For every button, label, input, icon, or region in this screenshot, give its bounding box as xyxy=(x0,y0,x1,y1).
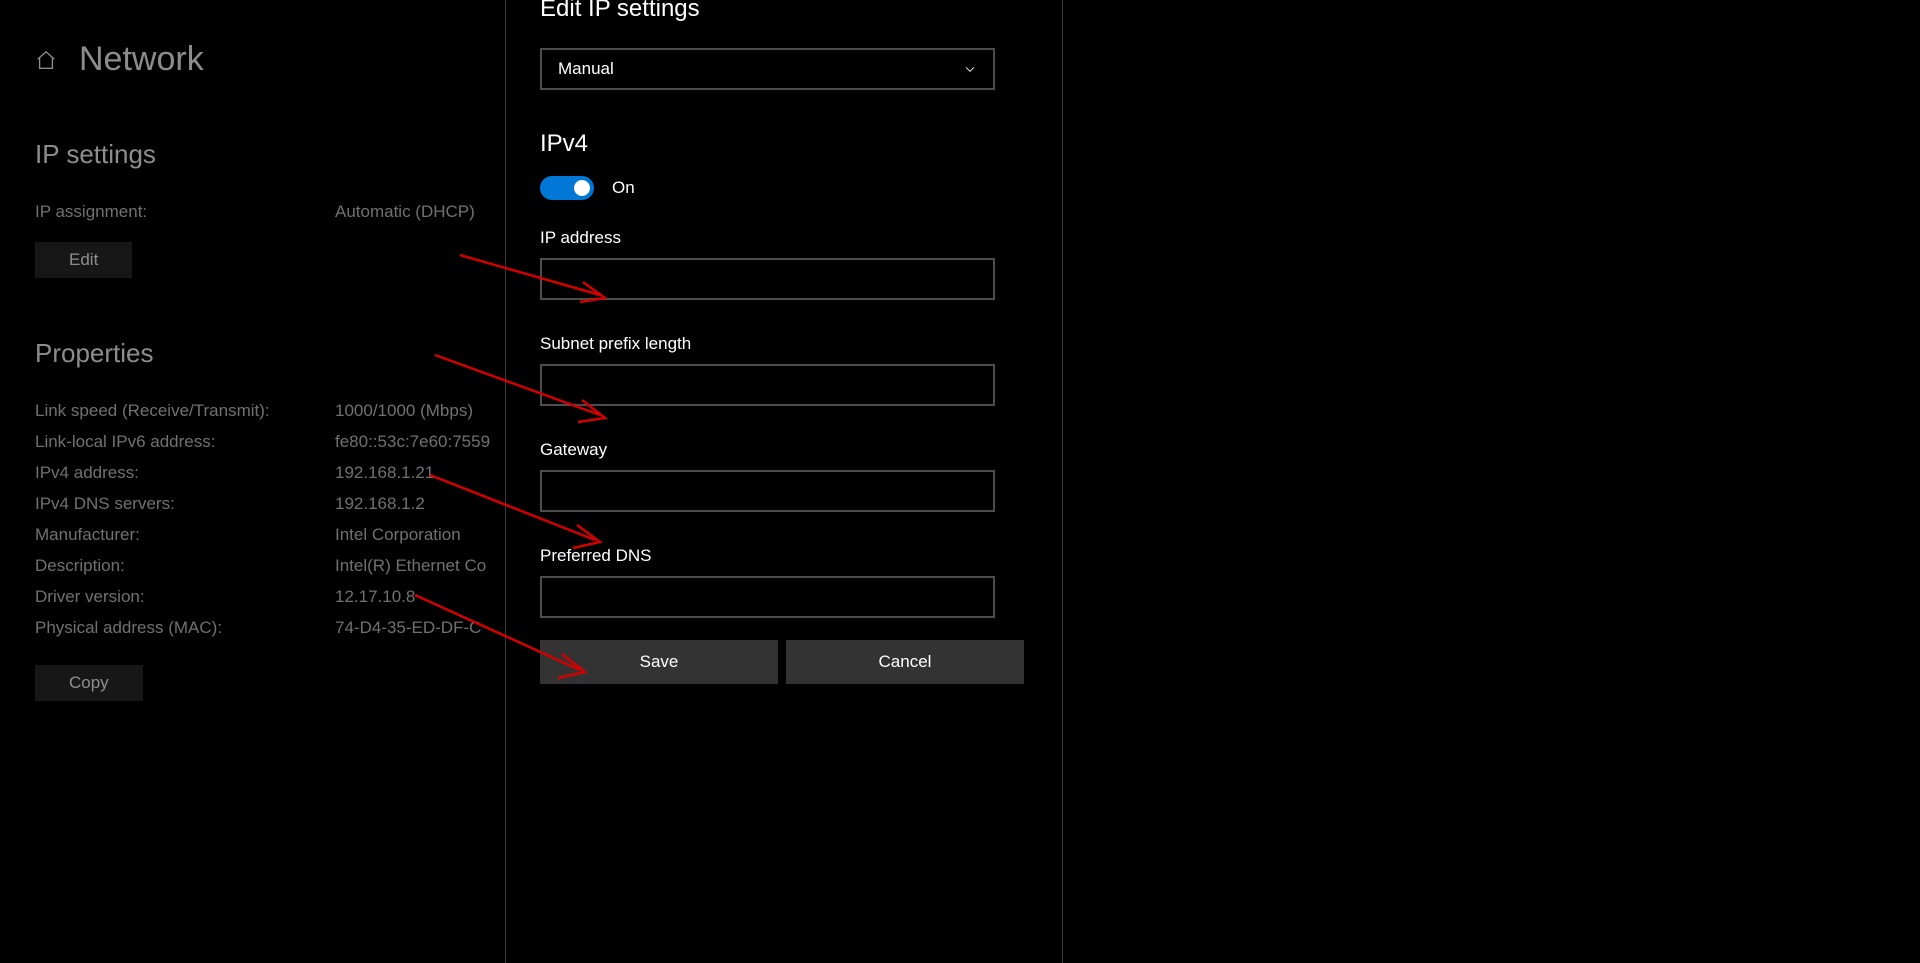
home-icon xyxy=(35,49,57,71)
ip-assignment-label: IP assignment: xyxy=(35,202,335,222)
edit-button[interactable]: Edit xyxy=(35,242,132,278)
ipv4-toggle-label: On xyxy=(612,178,635,198)
dns-label: Preferred DNS xyxy=(540,546,1028,566)
ip-mode-value: Manual xyxy=(558,59,614,79)
ipv4-heading: IPv4 xyxy=(540,130,1028,158)
ip-assignment-value: Automatic (DHCP) xyxy=(335,202,475,222)
ip-address-input[interactable] xyxy=(540,258,995,300)
dialog-title: Edit IP settings xyxy=(540,0,1028,23)
toggle-thumb xyxy=(574,180,590,196)
cancel-button[interactable]: Cancel xyxy=(786,640,1024,684)
dialog-button-row: Save Cancel xyxy=(540,640,1024,684)
ip-address-label: IP address xyxy=(540,228,1028,248)
gateway-label: Gateway xyxy=(540,440,1028,460)
edit-ip-dialog: Edit IP settings Manual IPv4 On IP addre… xyxy=(505,0,1063,963)
ipv4-toggle[interactable] xyxy=(540,176,594,200)
subnet-prefix-input[interactable] xyxy=(540,364,995,406)
subnet-label: Subnet prefix length xyxy=(540,334,1028,354)
preferred-dns-input[interactable] xyxy=(540,576,995,618)
copy-button[interactable]: Copy xyxy=(35,665,143,701)
chevron-down-icon xyxy=(963,62,977,76)
ip-mode-select[interactable]: Manual xyxy=(540,48,995,90)
page-title: Network xyxy=(79,40,204,79)
ipv4-toggle-row: On xyxy=(540,176,1028,200)
gateway-input[interactable] xyxy=(540,470,995,512)
save-button[interactable]: Save xyxy=(540,640,778,684)
